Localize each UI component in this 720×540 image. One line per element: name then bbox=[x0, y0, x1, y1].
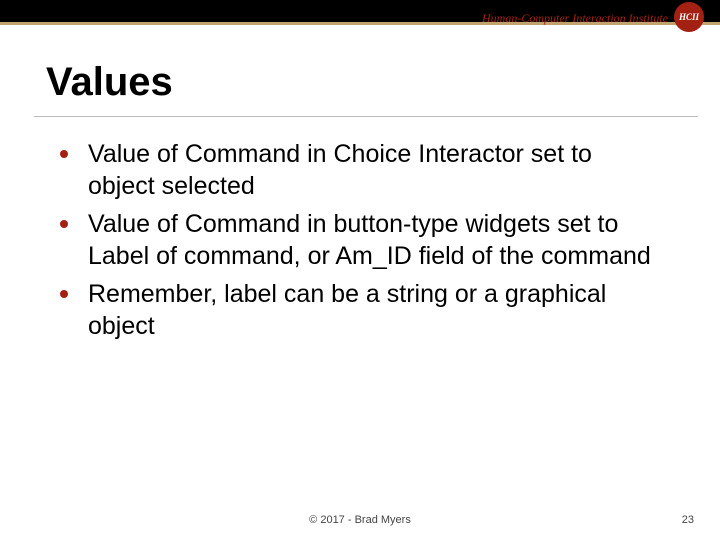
title-underline bbox=[34, 116, 698, 117]
list-item: Value of Command in Choice Interactor se… bbox=[54, 138, 660, 202]
page-number: 23 bbox=[682, 514, 694, 526]
bullet-list: Value of Command in Choice Interactor se… bbox=[54, 138, 660, 348]
slide-title: Values bbox=[46, 60, 173, 105]
list-item: Remember, label can be a string or a gra… bbox=[54, 278, 660, 342]
footer-copyright: © 2017 - Brad Myers bbox=[0, 514, 720, 526]
hcii-badge-icon: HCII bbox=[674, 2, 704, 32]
list-item: Value of Command in button-type widgets … bbox=[54, 208, 660, 272]
header-logo: Human-Computer Interaction Institute HCI… bbox=[482, 4, 704, 32]
institute-name: Human-Computer Interaction Institute bbox=[482, 11, 668, 26]
hcii-badge-text: HCII bbox=[679, 12, 699, 22]
slide: Human-Computer Interaction Institute HCI… bbox=[0, 0, 720, 540]
